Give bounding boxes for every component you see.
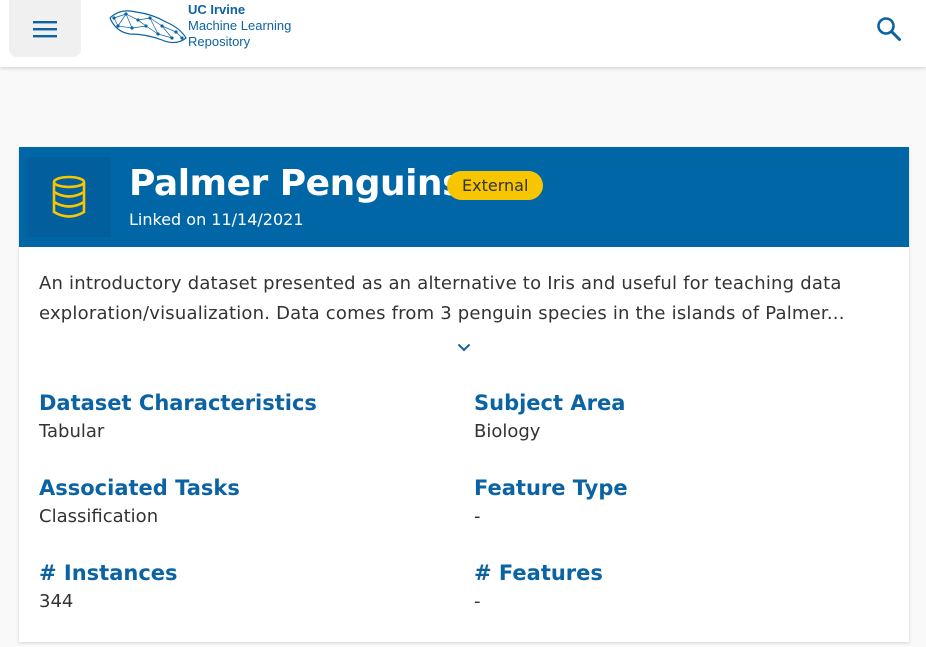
property-instances: # Instances 344: [39, 561, 178, 612]
linked-date: Linked on 11/14/2021: [129, 210, 304, 229]
dataset-description: An introductory dataset presented as an …: [39, 269, 879, 329]
hamburger-menu-icon: [33, 20, 57, 37]
property-label: # Instances: [39, 561, 178, 585]
database-icon: [52, 175, 86, 218]
dataset-header: Palmer Penguins External Linked on 11/14…: [19, 147, 909, 247]
property-feature-type: Feature Type -: [474, 476, 628, 527]
property-value: Classification: [39, 506, 159, 527]
logo-line-3: Repository: [188, 34, 251, 49]
search-icon: [877, 17, 901, 41]
dataset-title: Palmer Penguins: [129, 163, 464, 204]
logo-line-1: UC Irvine: [188, 2, 246, 17]
dataset-icon-box: [27, 157, 111, 237]
property-label: Subject Area: [474, 391, 626, 415]
external-badge: External: [447, 171, 544, 200]
site-logo[interactable]: UC Irvine Machine Learning Repository: [106, 2, 306, 52]
property-associated-tasks: Associated Tasks Classification: [39, 476, 240, 527]
dataset-card: Palmer Penguins External Linked on 11/14…: [19, 147, 909, 642]
network-logo-icon: [109, 10, 187, 44]
property-dataset-characteristics: Dataset Characteristics Tabular: [39, 391, 317, 442]
property-label: Feature Type: [474, 476, 628, 500]
description-line: An introductory dataset presented as an …: [39, 273, 842, 294]
property-label: Associated Tasks: [39, 476, 240, 500]
property-value: Tabular: [39, 421, 105, 442]
logo-text: UC Irvine Machine Learning Repository: [188, 2, 291, 50]
menu-button[interactable]: [9, 0, 81, 57]
property-value: 344: [39, 591, 74, 612]
property-value: Biology: [474, 421, 541, 442]
description-line: exploration/visualization. Data comes fr…: [39, 303, 845, 324]
property-label: # Features: [474, 561, 603, 585]
logo-line-2: Machine Learning: [188, 18, 292, 33]
expand-description-button[interactable]: [454, 339, 474, 355]
property-features: # Features -: [474, 561, 603, 612]
property-value: -: [474, 506, 481, 527]
property-subject-area: Subject Area Biology: [474, 391, 625, 442]
top-navbar: UC Irvine Machine Learning Repository: [0, 0, 926, 67]
property-value: -: [474, 591, 481, 612]
property-label: Dataset Characteristics: [39, 391, 317, 415]
search-button[interactable]: [872, 12, 906, 46]
chevron-down-icon: [457, 343, 471, 351]
